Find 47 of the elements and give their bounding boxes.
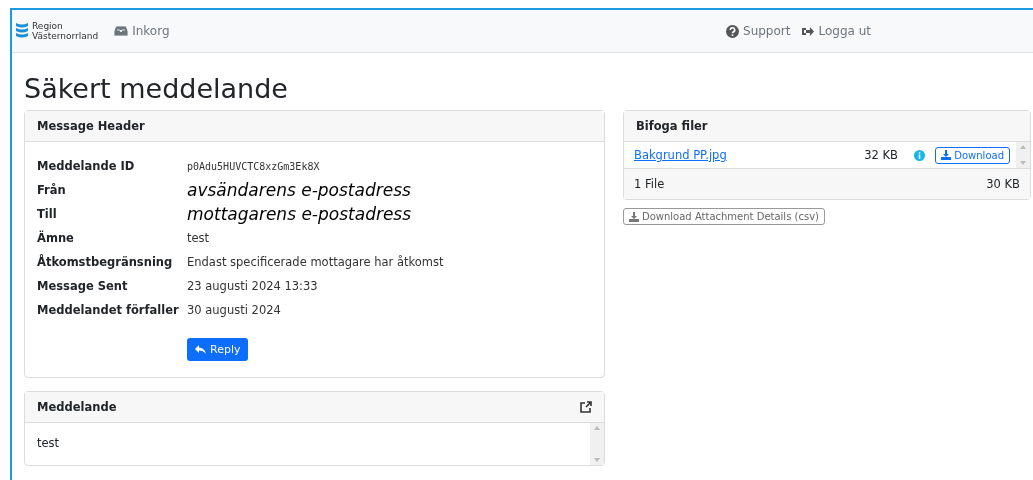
scroll-down-icon xyxy=(1020,161,1026,165)
field-label: Ämne xyxy=(37,231,75,245)
scroll-up-icon xyxy=(594,426,600,430)
total-size: 30 KB xyxy=(986,177,1020,191)
field-label: Message Sent xyxy=(37,279,129,293)
support-link[interactable]: Support xyxy=(726,24,791,38)
download-icon xyxy=(629,211,639,222)
card-title: Meddelande xyxy=(37,400,117,414)
file-link[interactable]: Bakgrund PP.jpg xyxy=(634,148,865,162)
inbox-link[interactable]: Inkorg xyxy=(114,24,170,38)
scroll-up-icon xyxy=(1020,145,1026,149)
info-icon xyxy=(914,149,926,161)
field-label: Meddelandet förfaller xyxy=(37,303,180,317)
field-value: p0Adu5HUVCTC8xzGm3Ek8X xyxy=(187,160,321,172)
card-title: Message Header xyxy=(37,119,145,133)
download-details-button[interactable]: Download Attachment Details (csv) xyxy=(623,208,825,225)
download-icon xyxy=(941,150,952,160)
field-value: avsändarens e-postadress xyxy=(187,180,412,200)
logout-link[interactable]: Logga ut xyxy=(802,24,871,38)
scrollbar[interactable] xyxy=(1016,142,1030,168)
field-value: 23 augusti 2024 13:33 xyxy=(187,279,319,293)
file-size: 32 KB xyxy=(864,148,899,162)
scrollbar[interactable] xyxy=(590,423,604,465)
file-count: 1 File xyxy=(634,177,665,191)
field-value: test xyxy=(187,231,211,245)
field-value: Endast specificerade mottagare har åtkomst xyxy=(187,255,445,269)
message-text: test xyxy=(36,435,61,452)
inbox-tray-icon xyxy=(114,26,129,36)
logo-icon xyxy=(16,22,28,40)
logo-link[interactable]: Region Västernorrland xyxy=(16,21,99,41)
reply-arrow-icon xyxy=(195,345,206,354)
field-value: mottagarens e-postadress xyxy=(187,204,413,224)
download-button[interactable]: Download xyxy=(935,146,1010,164)
external-link-icon xyxy=(580,401,592,413)
logo-text: Västernorrland xyxy=(32,31,99,41)
logo-text: Region xyxy=(32,21,64,31)
page-title: Säkert meddelande xyxy=(24,73,289,104)
field-label: Meddelande ID xyxy=(37,159,136,173)
help-icon xyxy=(726,24,740,38)
card-title: Bifoga filer xyxy=(636,119,708,133)
field-label: Åtkomstbegränsning xyxy=(37,255,174,269)
reply-button[interactable]: Reply xyxy=(187,338,249,361)
field-label: Från xyxy=(37,183,67,197)
field-value: 30 augusti 2024 xyxy=(187,303,282,317)
scroll-down-icon xyxy=(594,458,600,462)
field-label: Till xyxy=(37,207,58,221)
sign-out-icon xyxy=(802,25,815,37)
